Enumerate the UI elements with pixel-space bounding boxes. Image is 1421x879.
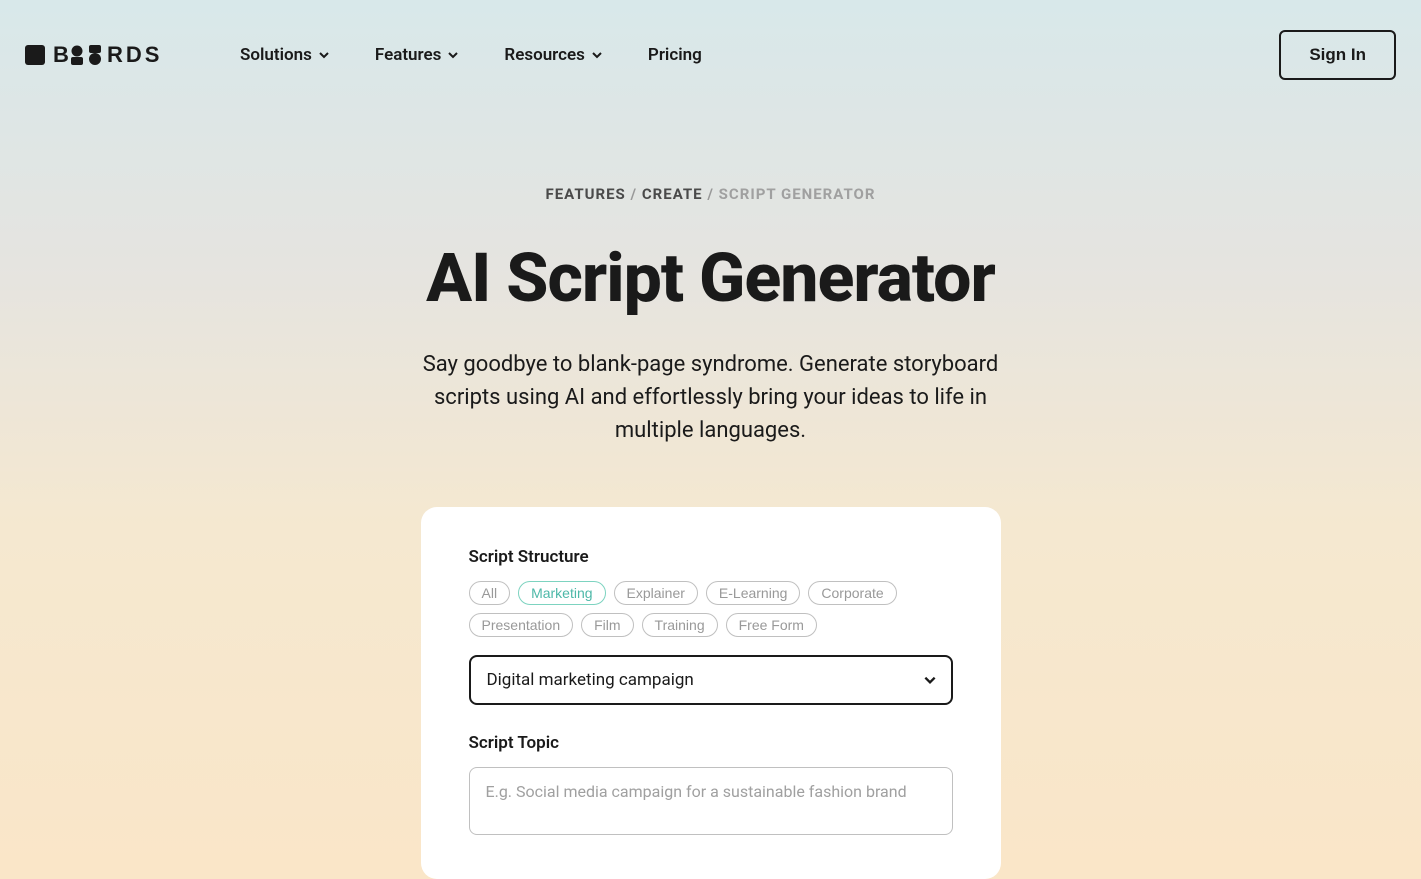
tag-corporate[interactable]: Corporate: [808, 581, 896, 605]
tag-marketing[interactable]: Marketing: [518, 581, 605, 605]
chevron-down-icon: [318, 49, 330, 61]
structure-select[interactable]: Digital marketing campaign: [469, 655, 953, 705]
svg-text:RDS: RDS: [107, 43, 162, 67]
logo[interactable]: B RDS: [25, 43, 195, 67]
topic-input[interactable]: [469, 767, 953, 835]
nav-item-label: Features: [375, 45, 442, 65]
tag-all[interactable]: All: [469, 581, 511, 605]
breadcrumb-features[interactable]: FEATURES: [545, 185, 625, 203]
tag-training[interactable]: Training: [642, 613, 718, 637]
breadcrumb-current: SCRIPT GENERATOR: [719, 185, 876, 203]
svg-text:B: B: [53, 43, 71, 67]
nav-solutions[interactable]: Solutions: [240, 45, 330, 65]
generator-card: Script Structure All Marketing Explainer…: [421, 507, 1001, 879]
nav-item-label: Solutions: [240, 45, 312, 65]
nav-item-label: Pricing: [648, 45, 702, 65]
sign-in-button[interactable]: Sign In: [1279, 30, 1396, 80]
chevron-down-icon: [447, 49, 459, 61]
tag-explainer[interactable]: Explainer: [614, 581, 698, 605]
nav-item-label: Resources: [504, 45, 585, 65]
breadcrumb-create[interactable]: CREATE: [642, 185, 703, 203]
topic-label: Script Topic: [469, 733, 953, 753]
chevron-down-icon: [591, 49, 603, 61]
nav-pricing[interactable]: Pricing: [648, 45, 702, 65]
tag-film[interactable]: Film: [581, 613, 633, 637]
boords-logo-icon: B RDS: [25, 43, 195, 67]
tag-freeform[interactable]: Free Form: [726, 613, 817, 637]
page-subtitle: Say goodbye to blank-page syndrome. Gene…: [411, 348, 1011, 447]
tag-presentation[interactable]: Presentation: [469, 613, 574, 637]
nav-resources[interactable]: Resources: [504, 45, 603, 65]
main-content: FEATURES / CREATE / SCRIPT GENERATOR AI …: [211, 110, 1211, 879]
header: B RDS Solutions Features Resources: [0, 0, 1421, 110]
structure-select-wrapper: Digital marketing campaign: [469, 655, 953, 705]
structure-label: Script Structure: [469, 547, 953, 567]
main-nav: Solutions Features Resources Pricing: [240, 45, 1279, 65]
page-title: AI Script Generator: [211, 238, 1211, 318]
breadcrumb: FEATURES / CREATE / SCRIPT GENERATOR: [211, 185, 1211, 203]
tag-elearning[interactable]: E-Learning: [706, 581, 801, 605]
structure-tags: All Marketing Explainer E-Learning Corpo…: [469, 581, 953, 637]
nav-features[interactable]: Features: [375, 45, 460, 65]
